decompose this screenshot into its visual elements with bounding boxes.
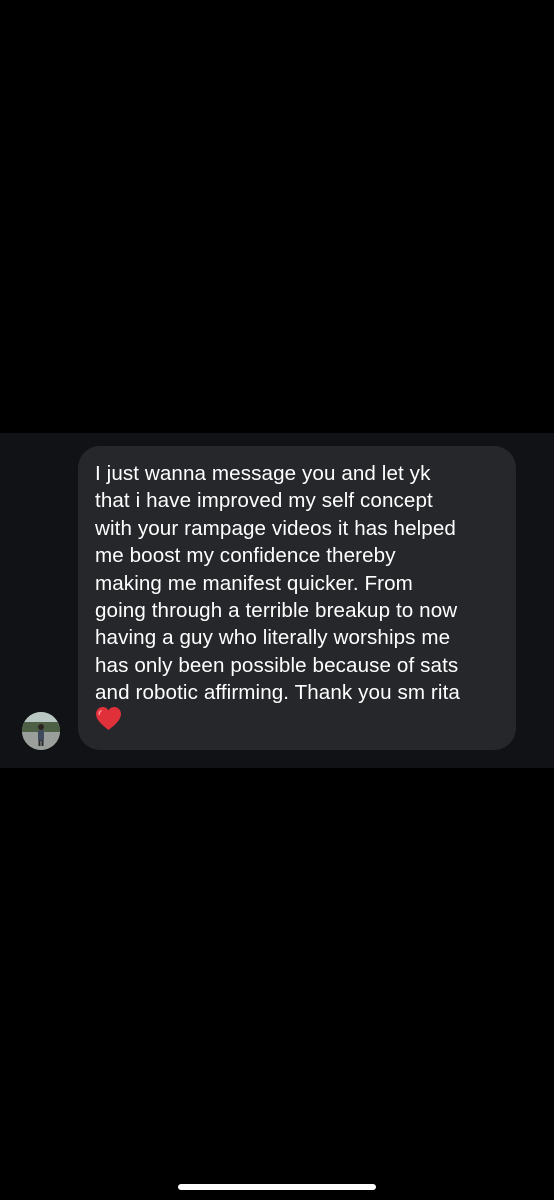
avatar-photo-icon — [22, 712, 60, 750]
sender-avatar[interactable] — [22, 712, 60, 750]
home-indicator[interactable] — [178, 1184, 376, 1190]
message-bubble[interactable]: I just wanna message you and let yk that… — [78, 446, 516, 750]
message-text: I just wanna message you and let yk that… — [95, 462, 460, 705]
red-heart-icon — [96, 706, 121, 730]
